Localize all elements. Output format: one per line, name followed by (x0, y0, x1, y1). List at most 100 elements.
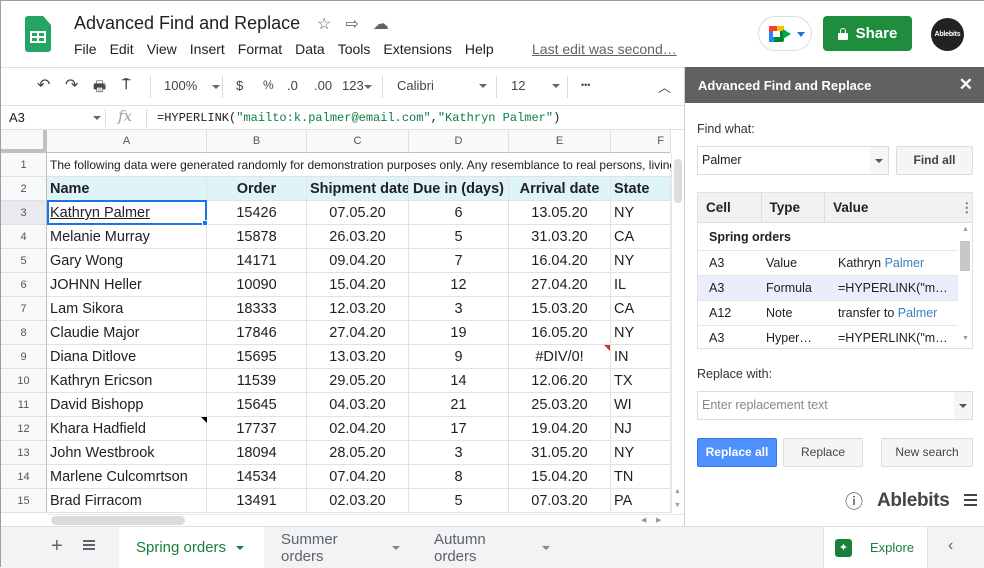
table-cell[interactable]: 15426 (207, 201, 307, 225)
table-cell[interactable]: 09.04.20 (307, 249, 409, 273)
result-row[interactable]: A12 Note transfer to Palmer (698, 301, 972, 326)
table-cell[interactable]: 15878 (207, 225, 307, 249)
row-header[interactable]: 2 (1, 177, 47, 201)
vertical-scrollbar[interactable] (671, 153, 684, 513)
table-cell[interactable]: NY (611, 321, 671, 345)
table-cell[interactable]: 17846 (207, 321, 307, 345)
table-cell[interactable]: 16.04.20 (509, 249, 611, 273)
table-cell[interactable]: Marlene Culcomrtson (47, 465, 207, 489)
table-cell[interactable]: Kathryn Ericson (47, 369, 207, 393)
menu-extensions[interactable]: Extensions (383, 41, 464, 57)
last-edit-link[interactable]: Last edit was second… (532, 41, 677, 57)
formula-input[interactable]: =HYPERLINK("mailto:k.palmer@email.com","… (157, 111, 560, 125)
row-header[interactable]: 4 (1, 225, 47, 249)
hamburger-menu-icon[interactable] (963, 493, 977, 509)
spreadsheet-grid[interactable]: A B C D E F 1 The following data were generated… (1, 130, 684, 526)
table-cell[interactable]: WI (611, 393, 671, 417)
table-cell[interactable]: Brad Firracom (47, 489, 207, 513)
table-cell[interactable]: Kathryn Palmer (47, 201, 207, 225)
name-box[interactable]: A3 (9, 110, 25, 125)
vertical-scroll-thumb[interactable] (674, 159, 682, 203)
cell-a1-note[interactable]: The following data were generated random… (47, 153, 671, 177)
result-row[interactable]: A3 Formula =HYPERLINK("m… (698, 276, 972, 301)
select-all-corner[interactable] (1, 130, 47, 153)
chevron-down-icon[interactable] (954, 392, 972, 419)
table-cell[interactable]: 7 (409, 249, 509, 273)
add-sheet-icon[interactable]: + (51, 535, 63, 558)
table-cell[interactable]: 5 (409, 489, 509, 513)
note-indicator-icon[interactable] (201, 417, 207, 423)
header-cell[interactable]: Arrival date (509, 177, 611, 201)
table-cell[interactable]: 29.05.20 (307, 369, 409, 393)
menu-format[interactable]: Format (238, 41, 295, 57)
table-cell[interactable]: 13491 (207, 489, 307, 513)
table-cell[interactable]: CA (611, 225, 671, 249)
font-select[interactable]: Calibri (397, 78, 487, 93)
paint-format-icon[interactable]: ⍑ (122, 76, 130, 93)
table-cell[interactable]: #DIV/0! (509, 345, 611, 369)
scroll-down-icon[interactable]: ▼ (962, 335, 969, 342)
menu-help[interactable]: Help (465, 41, 507, 57)
find-all-button[interactable]: Find all (896, 146, 973, 175)
table-cell[interactable]: 04.03.20 (307, 393, 409, 417)
table-cell[interactable]: PA (611, 489, 671, 513)
table-cell[interactable]: 31.03.20 (509, 225, 611, 249)
table-cell[interactable]: 5 (409, 225, 509, 249)
table-cell[interactable]: IN (611, 345, 671, 369)
print-icon[interactable]: 🖶 (93, 76, 106, 100)
table-cell[interactable]: NY (611, 441, 671, 465)
menu-tools[interactable]: Tools (338, 41, 384, 57)
row-header[interactable]: 12 (1, 417, 47, 441)
col-header-value[interactable]: Value (825, 193, 956, 222)
more-options-icon[interactable]: ••• (581, 80, 590, 90)
row-header[interactable]: 11 (1, 393, 47, 417)
row-header[interactable]: 5 (1, 249, 47, 273)
scroll-up-icon[interactable]: ▲ (674, 488, 681, 495)
table-cell[interactable]: 02.03.20 (307, 489, 409, 513)
scroll-right-icon[interactable]: ▶ (656, 516, 661, 524)
menu-file[interactable]: File (74, 41, 110, 57)
table-cell[interactable]: 16.05.20 (509, 321, 611, 345)
collapse-toolbar-icon[interactable]: ︿ (658, 77, 671, 96)
chevron-down-icon[interactable] (870, 147, 888, 174)
row-header[interactable]: 9 (1, 345, 47, 369)
table-cell[interactable]: TN (611, 465, 671, 489)
chevron-left-icon[interactable]: ‹ (948, 537, 953, 555)
table-cell[interactable]: Claudie Major (47, 321, 207, 345)
row-header[interactable]: 6 (1, 273, 47, 297)
share-button[interactable]: Share (823, 16, 912, 51)
table-cell[interactable]: 19 (409, 321, 509, 345)
row-header[interactable]: 7 (1, 297, 47, 321)
menu-insert[interactable]: Insert (190, 41, 238, 57)
table-cell[interactable]: CA (611, 297, 671, 321)
table-cell[interactable]: 02.04.20 (307, 417, 409, 441)
table-cell[interactable]: 17 (409, 417, 509, 441)
replace-button[interactable]: Replace (783, 438, 863, 467)
sheet-tab-spring-orders[interactable]: Spring orders (119, 527, 264, 568)
move-folder-icon[interactable]: ⇨ (345, 14, 358, 34)
table-cell[interactable]: 15.04.20 (509, 465, 611, 489)
percent-button[interactable]: % (263, 78, 274, 92)
row-header[interactable]: 8 (1, 321, 47, 345)
table-cell[interactable]: 12 (409, 273, 509, 297)
column-header-b[interactable]: B (207, 130, 307, 153)
font-size-select[interactable]: 12 (511, 78, 561, 93)
table-cell[interactable]: 14171 (207, 249, 307, 273)
replace-with-input[interactable]: Enter replacement text (697, 391, 973, 420)
table-cell[interactable]: 25.03.20 (509, 393, 611, 417)
table-cell[interactable]: 18094 (207, 441, 307, 465)
scroll-up-icon[interactable]: ▲ (962, 226, 969, 233)
row-header[interactable]: 3 (1, 201, 47, 225)
table-cell[interactable]: TX (611, 369, 671, 393)
table-cell[interactable]: NY (611, 249, 671, 273)
table-cell[interactable]: Gary Wong (47, 249, 207, 273)
row-header[interactable]: 15 (1, 489, 47, 513)
header-cell[interactable]: Shipment date (307, 177, 409, 201)
sheet-tab-autumn-orders[interactable]: Autumn orders (417, 527, 567, 568)
sheets-logo-icon[interactable] (25, 16, 51, 52)
fill-handle[interactable] (202, 220, 208, 226)
table-cell[interactable]: 07.03.20 (509, 489, 611, 513)
table-cell[interactable]: 21 (409, 393, 509, 417)
table-cell[interactable]: 9 (409, 345, 509, 369)
table-cell[interactable]: 8 (409, 465, 509, 489)
